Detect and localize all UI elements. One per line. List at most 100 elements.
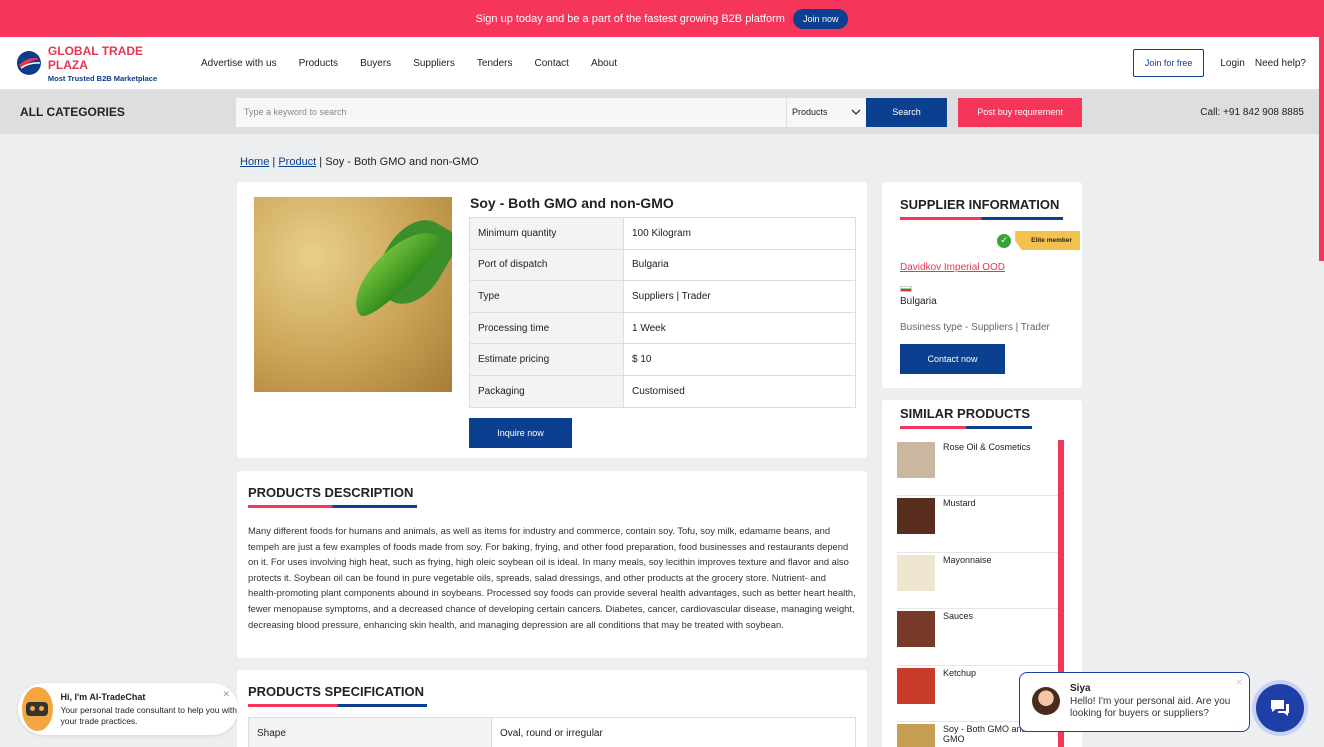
spec-value: Customised <box>623 374 856 408</box>
similar-product-name: Mayonnaise <box>943 554 992 565</box>
spec-label: Processing time <box>469 311 624 345</box>
specification-card: PRODUCTS SPECIFICATION Shape Oval, round … <box>237 670 867 747</box>
search-scope-select[interactable]: Products <box>786 97 866 127</box>
product-thumbnail <box>897 667 935 704</box>
spec-label: Port of dispatch <box>469 248 624 282</box>
product-title: Soy - Both GMO and non-GMO <box>470 195 674 211</box>
product-spec-table: Minimum quantity 100 Kilogram Port of dis… <box>469 217 856 408</box>
nav-products[interactable]: Products <box>299 58 338 69</box>
spec-value: Oval, round or irregular <box>491 717 856 747</box>
help-link[interactable]: Need help? <box>1255 58 1306 69</box>
join-free-button[interactable]: Join for free <box>1132 49 1205 77</box>
avatar <box>1032 687 1060 715</box>
nav-menu: Advertise with us Products Buyers Suppli… <box>201 58 617 69</box>
similar-product-name: Mustard <box>943 498 976 509</box>
logo-icon <box>16 51 41 75</box>
close-icon[interactable]: ✕ <box>1235 677 1243 688</box>
join-now-button[interactable]: Join now <box>792 8 849 29</box>
ai-chat-title: Hi, I'm AI-TradeChat <box>60 691 146 702</box>
login-link[interactable]: Login <box>1220 58 1244 69</box>
list-item[interactable]: Sauces <box>897 609 1063 666</box>
breadcrumb-product[interactable]: Product <box>278 156 316 168</box>
supplier-card: SUPPLIER INFORMATION ✓ Elite member Davi… <box>882 182 1082 388</box>
contact-now-button[interactable]: Contact now <box>900 344 1005 374</box>
spec-label: Minimum quantity <box>469 217 624 250</box>
search-scope-value: Products <box>792 107 828 117</box>
chat-bubble-icon <box>1271 700 1289 716</box>
check-icon: ✓ <box>997 233 1012 248</box>
heading-underline <box>900 217 1063 220</box>
description-text: Many different foods for humans and anim… <box>248 525 856 630</box>
list-item[interactable]: Mustard <box>897 496 1063 553</box>
table-row: Shape Oval, round or irregular <box>248 717 856 747</box>
specification-table: Shape Oval, round or irregular <box>248 717 856 747</box>
nav-contact[interactable]: Contact <box>534 58 568 69</box>
ai-tradechat-widget[interactable]: Hi, I'm AI-TradeChat Your personal trade… <box>18 683 238 735</box>
close-icon[interactable]: ✕ <box>222 689 230 700</box>
siya-chat-popup[interactable]: Siya Hello! I'm your personal aid. Are y… <box>1019 672 1250 732</box>
product-thumbnail <box>897 611 935 648</box>
list-item[interactable]: Mayonnaise <box>897 553 1063 610</box>
spec-label: Shape <box>248 717 492 747</box>
product-card: Soy - Both GMO and non-GMO Minimum quant… <box>237 182 867 458</box>
spec-value: Bulgaria <box>623 248 856 282</box>
similar-product-name: Rose Oil & Cosmetics <box>943 442 1031 452</box>
promo-banner: Sign up today and be a part of the faste… <box>0 0 1324 37</box>
business-type: Business type - Suppliers | Trader <box>900 322 1050 333</box>
nav-about[interactable]: About <box>591 58 617 69</box>
table-row: Estimate pricing $ 10 <box>469 343 856 376</box>
post-requirement-button[interactable]: Post buy requirement <box>958 97 1082 127</box>
nav-advertise[interactable]: Advertise with us <box>201 58 277 69</box>
bulgaria-flag-icon <box>900 286 912 292</box>
chevron-down-icon <box>851 109 861 115</box>
breadcrumb-current: Soy - Both GMO and non-GMO <box>325 156 479 168</box>
logo-title: GLOBAL TRADE PLAZA <box>47 43 144 72</box>
breadcrumb: Home | Product | Soy - Both GMO and non-… <box>240 156 479 168</box>
search-bar: ALL CATEGORIES Type a keyword to search … <box>0 90 1324 134</box>
page-scrollbar[interactable] <box>1319 37 1324 261</box>
spec-value: Suppliers | Trader <box>623 280 856 313</box>
nav-buyers[interactable]: Buyers <box>360 58 391 69</box>
supplier-country: Bulgaria <box>900 296 937 307</box>
spec-value: 1 Week <box>623 311 856 345</box>
chat-launcher-button[interactable] <box>1256 684 1304 732</box>
similar-heading: SIMILAR PRODUCTS <box>900 406 1030 421</box>
inquire-now-button[interactable]: Inquire now <box>469 418 572 448</box>
description-card: PRODUCTS DESCRIPTION Many different food… <box>237 471 867 658</box>
spec-label: Packaging <box>469 374 624 408</box>
product-thumbnail <box>897 442 935 478</box>
siya-message: Hello! I'm your personal aid. Are you lo… <box>1070 696 1231 719</box>
nav-right: Join for free Login Need help? <box>1132 49 1306 77</box>
supplier-heading: SUPPLIER INFORMATION <box>900 197 1060 212</box>
elite-badge: ✓ Elite member <box>997 231 1080 250</box>
elite-tag: Elite member <box>1015 231 1080 250</box>
similar-product-name: Ketchup <box>943 667 977 678</box>
nav-suppliers[interactable]: Suppliers <box>413 58 455 69</box>
nav-tenders[interactable]: Tenders <box>477 58 513 69</box>
description-heading: PRODUCTS DESCRIPTION <box>248 485 414 500</box>
robot-icon <box>22 687 53 731</box>
heading-underline <box>248 505 417 508</box>
search-button[interactable]: Search <box>866 97 947 127</box>
siya-name: Siya <box>1070 683 1091 694</box>
table-row: Port of dispatch Bulgaria <box>469 248 856 282</box>
breadcrumb-home[interactable]: Home <box>240 156 269 168</box>
table-row: Processing time 1 Week <box>469 311 856 345</box>
list-item[interactable]: Rose Oil & Cosmetics <box>897 440 1063 497</box>
spec-label: Estimate pricing <box>469 343 624 376</box>
heading-underline <box>248 704 427 707</box>
spec-value: $ 10 <box>623 343 856 376</box>
supplier-name-link[interactable]: Davidkov Imperial OOD <box>900 262 1005 273</box>
product-thumbnail <box>897 498 935 535</box>
table-row: Packaging Customised <box>469 374 856 408</box>
call-number: Call: +91 842 908 8885 <box>1200 106 1304 118</box>
search-input[interactable]: Type a keyword to search <box>236 97 786 127</box>
specification-heading: PRODUCTS SPECIFICATION <box>248 684 424 699</box>
heading-underline <box>900 426 1032 429</box>
product-image <box>254 197 452 392</box>
main-nav: GLOBAL TRADE PLAZA Most Trusted B2B Mark… <box>0 37 1324 90</box>
all-categories[interactable]: ALL CATEGORIES <box>20 105 236 119</box>
spec-value: 100 Kilogram <box>623 217 856 250</box>
site-logo[interactable]: GLOBAL TRADE PLAZA Most Trusted B2B Mark… <box>16 44 186 83</box>
table-row: Minimum quantity 100 Kilogram <box>469 217 856 250</box>
